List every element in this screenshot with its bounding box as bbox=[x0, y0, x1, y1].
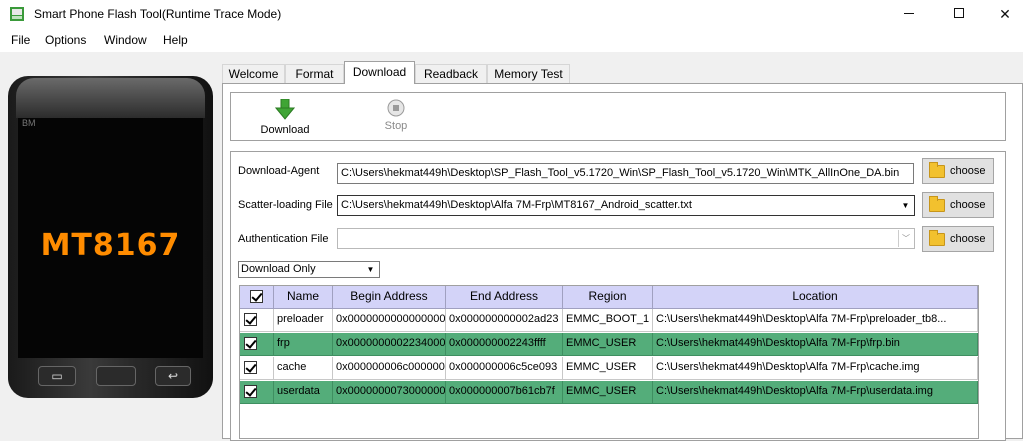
download-button[interactable]: Download bbox=[255, 99, 315, 136]
folder-icon bbox=[929, 230, 945, 246]
partition-table: Name Begin Address End Address Region Lo… bbox=[239, 285, 979, 439]
folder-icon bbox=[929, 162, 945, 178]
name-cell: preloader bbox=[274, 309, 333, 332]
begin-address-cell: 0x000000006c000000 bbox=[333, 357, 446, 380]
phone-brand: BM bbox=[22, 118, 36, 128]
header-begin-address[interactable]: Begin Address bbox=[333, 286, 446, 309]
header-region[interactable]: Region bbox=[563, 286, 653, 309]
name-cell: frp bbox=[274, 333, 333, 356]
download-mode-select[interactable]: Download Only ▼ bbox=[238, 261, 380, 278]
header-name[interactable]: Name bbox=[274, 286, 333, 309]
location-cell: C:\Users\hekmat449h\Desktop\Alfa 7M-Frp\… bbox=[653, 357, 978, 380]
download-agent-label: Download-Agent bbox=[238, 165, 320, 177]
begin-address-cell: 0x0000000002234000 bbox=[333, 333, 446, 356]
checkbox-cell bbox=[240, 357, 274, 380]
choose-label: choose bbox=[950, 199, 986, 211]
begin-address-cell: 0x0000000000000000 bbox=[333, 309, 446, 332]
tab-welcome[interactable]: Welcome bbox=[222, 64, 285, 83]
auth-file-dropdown[interactable]: ﹀ bbox=[337, 228, 915, 249]
location-cell: C:\Users\hekmat449h\Desktop\Alfa 7M-Frp\… bbox=[653, 309, 978, 332]
download-label: Download bbox=[260, 124, 310, 136]
menu-options[interactable]: Options bbox=[45, 33, 86, 47]
close-icon: ✕ bbox=[999, 6, 1011, 22]
menu-help[interactable]: Help bbox=[163, 33, 188, 47]
header-location[interactable]: Location bbox=[653, 286, 978, 309]
stop-button[interactable]: Stop bbox=[376, 99, 416, 132]
maximize-icon bbox=[954, 8, 964, 18]
choose-auth-file-button[interactable]: choose bbox=[922, 226, 994, 252]
auth-file-label: Authentication File bbox=[238, 233, 329, 245]
phone-back-key: ↩ bbox=[155, 366, 191, 386]
close-button[interactable]: ✕ bbox=[982, 0, 1023, 28]
region-cell: EMMC_USER bbox=[563, 381, 653, 404]
scatter-file-value: C:\Users\hekmat449h\Desktop\Alfa 7M-Frp\… bbox=[341, 199, 692, 211]
phone-menu-key: ▭ bbox=[38, 366, 76, 386]
title-bar: Smart Phone Flash Tool(Runtime Trace Mod… bbox=[0, 0, 1023, 28]
menu-bar: File Options Window Help bbox=[0, 28, 1023, 52]
header-select-all[interactable] bbox=[240, 286, 274, 309]
back-key-icon: ↩ bbox=[167, 369, 179, 383]
minimize-icon bbox=[904, 13, 914, 14]
download-mode-value: Download Only bbox=[241, 263, 316, 275]
chevron-down-icon: ▼ bbox=[901, 201, 910, 210]
tab-download[interactable]: Download bbox=[344, 61, 415, 84]
row-checkbox[interactable] bbox=[244, 385, 257, 398]
menu-file[interactable]: File bbox=[11, 33, 30, 47]
select-all-checkbox[interactable] bbox=[250, 290, 263, 303]
location-cell: C:\Users\hekmat449h\Desktop\Alfa 7M-Frp\… bbox=[653, 333, 978, 356]
chevron-down-icon: ﹀ bbox=[898, 230, 913, 247]
location-cell: C:\Users\hekmat449h\Desktop\Alfa 7M-Frp\… bbox=[653, 381, 978, 404]
download-arrow-icon bbox=[275, 99, 295, 120]
header-end-address[interactable]: End Address bbox=[446, 286, 563, 309]
name-cell: cache bbox=[274, 357, 333, 380]
minimize-button[interactable] bbox=[886, 0, 932, 28]
table-row[interactable]: preloader 0x0000000000000000 0x00000000000… bbox=[240, 309, 978, 332]
scatter-file-dropdown[interactable]: C:\Users\hekmat449h\Desktop\Alfa 7M-Frp\… bbox=[337, 195, 915, 216]
end-address-cell: 0x000000006c5ce093 bbox=[446, 357, 563, 380]
stop-label: Stop bbox=[384, 120, 408, 132]
end-address-cell: 0x000000002243ffff bbox=[446, 333, 563, 356]
name-cell: userdata bbox=[274, 381, 333, 404]
table-row[interactable]: frp 0x0000000002234000 0x000000002243ffff E… bbox=[240, 333, 978, 356]
begin-address-cell: 0x0000000073000000 bbox=[333, 381, 446, 404]
choose-scatter-file-button[interactable]: choose bbox=[922, 192, 994, 218]
table-row[interactable]: userdata 0x0000000073000000 0x000000007b61… bbox=[240, 381, 978, 404]
choose-download-agent-button[interactable]: choose bbox=[922, 158, 994, 184]
table-row[interactable]: cache 0x000000006c000000 0x000000006c5ce09… bbox=[240, 357, 978, 380]
region-cell: EMMC_USER bbox=[563, 333, 653, 356]
phone-home-key bbox=[96, 366, 136, 386]
row-checkbox[interactable] bbox=[244, 337, 257, 350]
menu-key-icon: ▭ bbox=[51, 369, 63, 383]
end-address-cell: 0x000000000002ad23 bbox=[446, 309, 563, 332]
tab-readback[interactable]: Readback bbox=[415, 64, 487, 83]
menu-window[interactable]: Window bbox=[104, 33, 147, 47]
phone-image: BM MT8167 ▭ ↩ bbox=[8, 76, 213, 398]
row-checkbox[interactable] bbox=[244, 313, 257, 326]
region-cell: EMMC_USER bbox=[563, 357, 653, 380]
phone-top bbox=[16, 78, 205, 118]
stop-icon bbox=[387, 99, 405, 117]
window-title: Smart Phone Flash Tool(Runtime Trace Mod… bbox=[34, 7, 282, 21]
chip-label: MT8167 bbox=[40, 228, 181, 263]
maximize-button[interactable] bbox=[936, 0, 982, 28]
download-agent-field[interactable]: C:\Users\hekmat449h\Desktop\SP_Flash_Too… bbox=[337, 163, 914, 184]
checkbox-cell bbox=[240, 333, 274, 356]
app-icon bbox=[10, 7, 24, 21]
phone-screen: BM MT8167 bbox=[18, 118, 203, 358]
scatter-file-label: Scatter-loading File bbox=[238, 199, 333, 211]
choose-label: choose bbox=[950, 233, 986, 245]
end-address-cell: 0x000000007b61cb7f bbox=[446, 381, 563, 404]
checkbox-cell bbox=[240, 309, 274, 332]
row-checkbox[interactable] bbox=[244, 361, 257, 374]
tab-memory-test[interactable]: Memory Test bbox=[487, 64, 570, 83]
tab-format[interactable]: Format bbox=[285, 64, 344, 83]
checkbox-cell bbox=[240, 381, 274, 404]
region-cell: EMMC_BOOT_1 bbox=[563, 309, 653, 332]
folder-icon bbox=[929, 196, 945, 212]
toolbar: Download Stop bbox=[230, 92, 1006, 141]
choose-label: choose bbox=[950, 165, 986, 177]
chevron-down-icon: ▼ bbox=[366, 265, 375, 274]
